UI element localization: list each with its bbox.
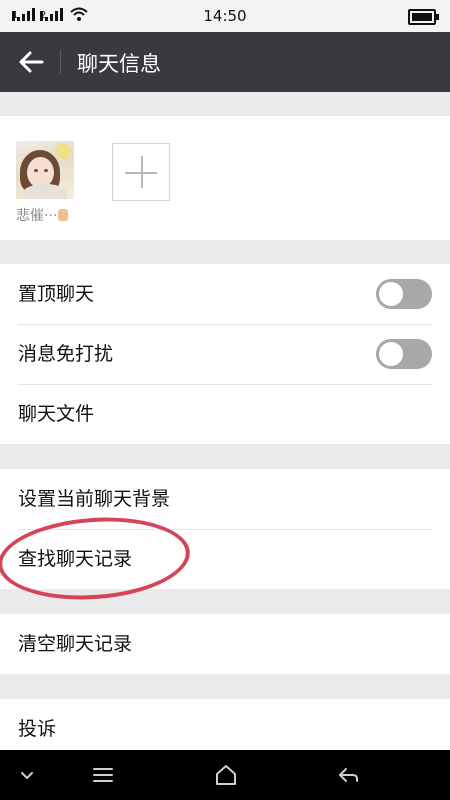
member-item[interactable]: 悲催··· [16, 141, 80, 225]
nav-back-button[interactable] [336, 763, 360, 787]
chevron-down-icon [21, 772, 33, 779]
pin-chat-row[interactable]: 置顶聊天 [0, 264, 450, 324]
menu-icon [93, 768, 113, 782]
app-bar-divider [60, 50, 61, 74]
clear-history-row[interactable]: 清空聊天记录 [0, 614, 450, 674]
arrow-left-icon [19, 51, 44, 73]
system-navigation-bar [0, 750, 450, 800]
battery-icon [408, 9, 439, 25]
avatar[interactable] [16, 141, 74, 199]
do-not-disturb-toggle[interactable] [376, 339, 432, 369]
pin-chat-label: 置顶聊天 [18, 283, 95, 305]
page-title: 聊天信息 [77, 52, 161, 76]
nav-menu-button[interactable] [91, 763, 115, 787]
status-bar: 1 2 14:50 [0, 0, 450, 32]
home-icon [216, 765, 236, 785]
app-bar: 聊天信息 [0, 32, 450, 92]
back-button[interactable] [14, 46, 48, 78]
back-arrow-icon [339, 768, 358, 782]
pin-chat-toggle[interactable] [376, 279, 432, 309]
clear-history-label: 清空聊天记录 [18, 633, 133, 655]
do-not-disturb-row[interactable]: 消息免打扰 [0, 324, 450, 384]
report-row[interactable]: 投诉 [0, 699, 450, 750]
chat-files-row[interactable]: 聊天文件 [0, 384, 450, 444]
nav-collapse-button[interactable] [15, 763, 39, 787]
status-time: 14:50 [203, 7, 247, 25]
member-name: 悲催··· [16, 205, 80, 225]
nav-home-button[interactable] [214, 763, 238, 787]
do-not-disturb-label: 消息免打扰 [18, 343, 114, 365]
hand-emoji-icon [58, 209, 69, 221]
add-member-button[interactable] [112, 143, 170, 201]
chat-files-label: 聊天文件 [18, 403, 95, 425]
